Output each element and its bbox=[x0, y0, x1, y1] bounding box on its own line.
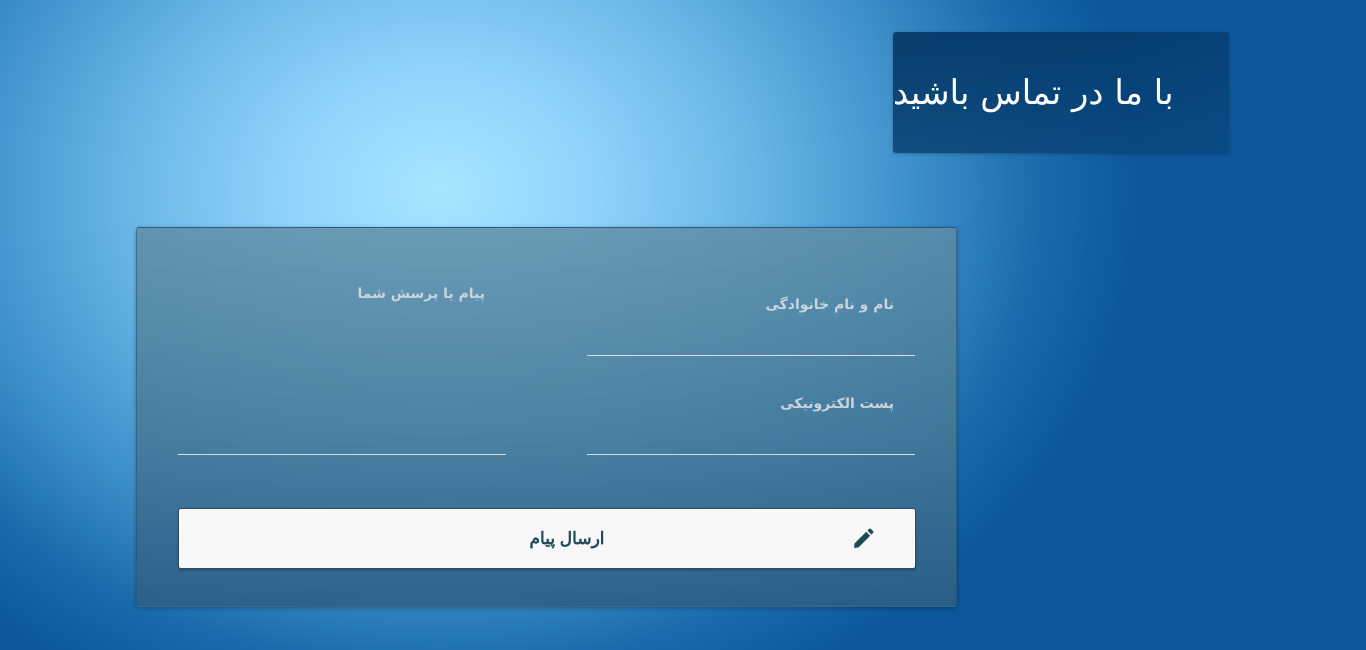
contact-form: نام و نام خانوادگی پست الکترونیکی پیام ی… bbox=[136, 227, 957, 607]
message-textarea[interactable] bbox=[178, 313, 511, 455]
name-field-label: نام و نام خانوادگی bbox=[765, 297, 894, 313]
message-textarea-underline bbox=[178, 454, 506, 455]
page-title: با ما در تماس باشید bbox=[893, 72, 1174, 113]
send-message-button[interactable]: ارسال پیام bbox=[178, 508, 916, 569]
pencil-icon bbox=[854, 528, 874, 548]
send-message-label: ارسال پیام bbox=[529, 528, 605, 548]
name-input-underline bbox=[587, 355, 915, 356]
email-input-underline bbox=[587, 454, 915, 455]
message-field-group: پیام یا پرسش شما bbox=[178, 273, 511, 458]
message-field-label: پیام یا پرسش شما bbox=[357, 286, 485, 302]
name-input[interactable] bbox=[587, 319, 920, 355]
email-field-group: پست الکترونیکی bbox=[587, 383, 920, 458]
name-field-group: نام و نام خانوادگی bbox=[587, 283, 920, 358]
page-title-box: با ما در تماس باشید bbox=[893, 32, 1229, 153]
email-field-label: پست الکترونیکی bbox=[780, 396, 894, 412]
email-input[interactable] bbox=[587, 419, 920, 455]
